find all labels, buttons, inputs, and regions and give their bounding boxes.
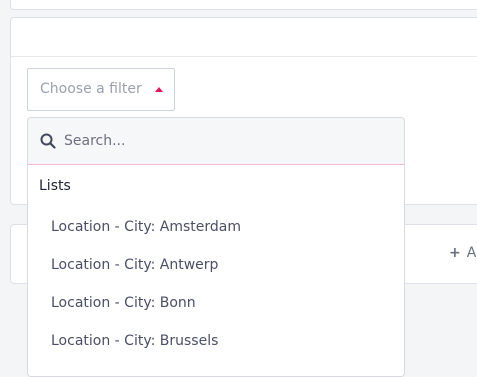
dropdown-search-bar [28,118,404,165]
search-input[interactable] [64,129,364,153]
option-location-city-amsterdam[interactable]: Location - City: Amsterdam [51,219,241,235]
filter-dropdown: Lists Location - City: Amsterdam Locatio… [27,117,405,377]
add-button[interactable]: + A [449,245,476,261]
option-location-city-brussels[interactable]: Location - City: Brussels [51,333,218,349]
plus-icon: + [449,245,461,261]
add-button-label: A [466,245,477,261]
caret-up-icon [155,87,163,92]
top-card [10,0,477,10]
group-heading-lists: Lists [39,178,71,194]
filter-select-placeholder: Choose a filter [40,81,142,97]
panel-divider [11,56,477,57]
filter-select[interactable]: Choose a filter [27,68,175,111]
option-location-city-bonn[interactable]: Location - City: Bonn [51,295,196,311]
search-icon [40,133,56,149]
option-location-city-antwerp[interactable]: Location - City: Antwerp [51,257,218,273]
